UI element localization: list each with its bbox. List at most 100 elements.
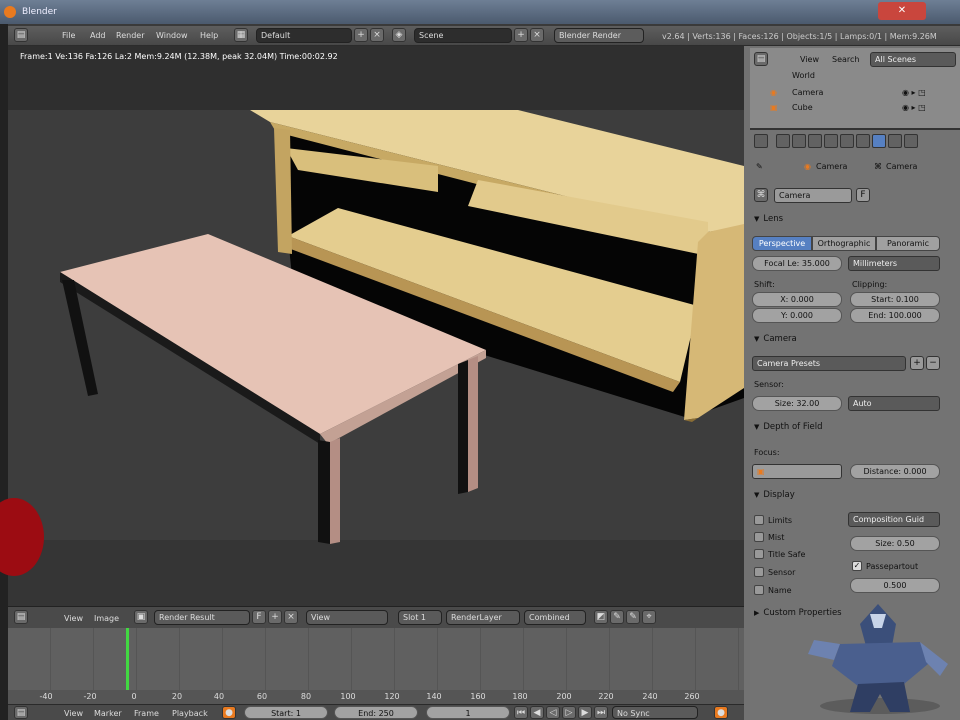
tab-perspective[interactable]: Perspective (752, 236, 812, 251)
end-frame-field[interactable]: End: 250 (334, 706, 418, 719)
outliner-item-world[interactable]: World (792, 71, 815, 80)
display-panel-header[interactable]: ▼ Display (754, 490, 795, 500)
display-size-field[interactable]: Size: 0.50 (850, 536, 940, 551)
timeline-area[interactable] (8, 628, 744, 690)
image-fake-user-button[interactable]: F (252, 610, 266, 624)
mist-checkbox[interactable] (754, 532, 764, 542)
lens-unit-select[interactable]: Millimeters (848, 256, 940, 271)
record-icon[interactable]: ● (222, 706, 236, 719)
timeline-menu-frame[interactable]: Frame (134, 709, 159, 718)
modifiers-tab-icon[interactable] (888, 134, 902, 148)
object-tab-icon[interactable] (840, 134, 854, 148)
properties-type-icon[interactable] (754, 134, 768, 148)
frame-ruler[interactable]: -40 -20 0 20 40 60 80 100 120 140 160 18… (8, 690, 744, 704)
tab-panoramic[interactable]: Panoramic (876, 236, 940, 251)
physics-tab-icon[interactable] (904, 134, 918, 148)
tab-orthographic[interactable]: Orthographic (812, 236, 876, 251)
timeline-menu-playback[interactable]: Playback (172, 709, 208, 718)
render-tab-icon[interactable] (776, 134, 790, 148)
render-viewport[interactable]: Frame:1 Ve:136 Fa:126 La:2 Mem:9.24M (12… (8, 46, 744, 606)
outliner-filter-select[interactable]: All Scenes (870, 52, 956, 67)
slot-select[interactable]: Slot 1 (398, 610, 442, 625)
play-icon[interactable]: ▷ (562, 706, 576, 719)
menu-file[interactable]: File (62, 31, 75, 40)
display-channels-icon[interactable]: ◩ (594, 610, 608, 624)
render-engine-select[interactable]: Blender Render (554, 28, 644, 43)
keying-icon[interactable]: ● (714, 706, 728, 719)
menu-render[interactable]: Render (116, 31, 144, 40)
scene-icon[interactable]: ◈ (392, 28, 406, 42)
composition-guides-select[interactable]: Composition Guid (848, 512, 940, 527)
remove-preset-icon[interactable]: − (926, 356, 940, 370)
shift-y-field[interactable]: Y: 0.000 (752, 308, 842, 323)
outliner-item-cube[interactable]: Cube (792, 103, 813, 112)
dof-panel-header[interactable]: ▼ Depth of Field (754, 422, 823, 432)
world-tab-icon[interactable] (824, 134, 838, 148)
start-frame-field[interactable]: Start: 1 (244, 706, 328, 719)
image-menu-image[interactable]: Image (94, 614, 119, 623)
outliner-item-camera[interactable]: Camera (792, 88, 823, 97)
timeline-menu-marker[interactable]: Marker (94, 709, 122, 718)
scene-field[interactable]: Scene (414, 28, 512, 43)
prev-key-icon[interactable]: ◀ (530, 706, 544, 719)
layers-tab-icon[interactable] (792, 134, 806, 148)
remove-layout-icon[interactable]: × (370, 28, 384, 42)
timeline-type-icon[interactable]: ▤ (14, 706, 28, 719)
pin-icon[interactable]: ⌖ (642, 610, 656, 624)
clip-start-field[interactable]: Start: 0.100 (850, 292, 940, 307)
camera-data-tab-icon[interactable] (872, 134, 886, 148)
image-name-field[interactable]: Render Result (154, 610, 250, 625)
play-reverse-icon[interactable]: ◁ (546, 706, 560, 719)
render-layer-select[interactable]: RenderLayer (446, 610, 520, 625)
screen-layout-icon[interactable]: ▦ (234, 28, 248, 42)
image-editor-type-icon[interactable]: ▤ (14, 610, 28, 624)
constraints-tab-icon[interactable] (856, 134, 870, 148)
outliner-menu-search[interactable]: Search (832, 55, 859, 64)
image-menu-view[interactable]: View (64, 614, 83, 623)
scene-tab-icon[interactable] (808, 134, 822, 148)
passepartout-alpha-field[interactable]: 0.500 (850, 578, 940, 593)
editor-type-icon[interactable]: ▤ (14, 28, 28, 42)
image-browse-icon[interactable]: ▣ (134, 610, 148, 624)
visibility-eye-icon[interactable]: ◉ ▸ ◳ (902, 103, 926, 112)
view-select[interactable]: View (306, 610, 388, 625)
passepartout-checkbox[interactable]: ✓ (852, 561, 862, 571)
camera-datablock-field[interactable]: Camera (774, 188, 852, 203)
outliner-menu-view[interactable]: View (800, 55, 819, 64)
sensor-fit-select[interactable]: Auto (848, 396, 940, 411)
next-key-icon[interactable]: ▶ (578, 706, 592, 719)
menu-window[interactable]: Window (156, 31, 188, 40)
title-safe-checkbox[interactable] (754, 549, 764, 559)
color-picker-icon[interactable]: ✎ (610, 610, 624, 624)
lens-panel-header[interactable]: ▼ Lens (754, 214, 783, 224)
menu-help[interactable]: Help (200, 31, 218, 40)
limits-checkbox[interactable] (754, 515, 764, 525)
fake-user-button[interactable]: F (856, 188, 870, 202)
add-preset-icon[interactable]: + (910, 356, 924, 370)
image-new-icon[interactable]: + (268, 610, 282, 624)
sync-select[interactable]: No Sync (612, 706, 698, 719)
render-pass-select[interactable]: Combined (524, 610, 586, 625)
focal-length-field[interactable]: Focal Le: 35.000 (752, 256, 842, 271)
outliner-type-icon[interactable]: ▤ (754, 52, 768, 66)
focus-object-field[interactable]: ▣ (752, 464, 842, 479)
add-scene-icon[interactable]: + (514, 28, 528, 42)
clip-end-field[interactable]: End: 100.000 (850, 308, 940, 323)
image-unlink-icon[interactable]: × (284, 610, 298, 624)
screen-layout-field[interactable]: Default (256, 28, 352, 43)
jump-end-icon[interactable]: ⏭ (594, 706, 608, 719)
sensor-checkbox[interactable] (754, 567, 764, 577)
current-frame-marker[interactable] (126, 628, 129, 690)
name-checkbox[interactable] (754, 585, 764, 595)
menu-add[interactable]: Add (90, 31, 106, 40)
add-layout-icon[interactable]: + (354, 28, 368, 42)
current-frame-field[interactable]: 1 (426, 706, 510, 719)
datablock-browse-icon[interactable]: ⌘ (754, 188, 768, 202)
dof-distance-field[interactable]: Distance: 0.000 (850, 464, 940, 479)
jump-start-icon[interactable]: ⏮ (514, 706, 528, 719)
sensor-size-field[interactable]: Size: 32.00 (752, 396, 842, 411)
shift-x-field[interactable]: X: 0.000 (752, 292, 842, 307)
camera-panel-header[interactable]: ▼ Camera (754, 334, 797, 344)
visibility-eye-icon[interactable]: ◉ ▸ ◳ (902, 88, 926, 97)
sample-tool-icon[interactable]: ✎ (626, 610, 640, 624)
